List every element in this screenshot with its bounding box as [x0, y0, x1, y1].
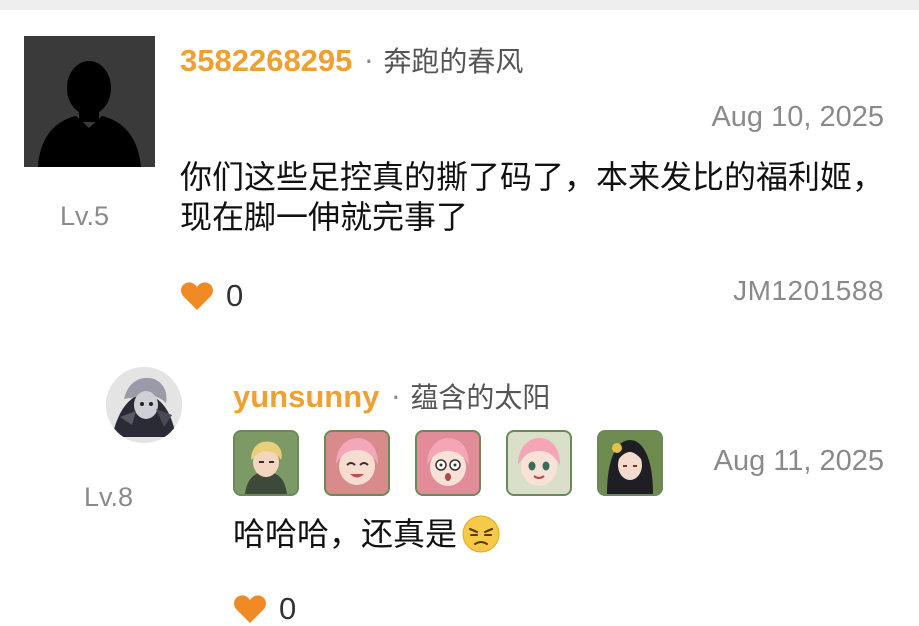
main-comment-nickname: 奔跑的春风 — [383, 45, 524, 78]
reply-date: Aug 11, 2025 — [713, 445, 884, 477]
main-comment-level: Lv.5 — [60, 201, 110, 231]
pink-hair-girl-smiling-badge[interactable] — [506, 430, 572, 496]
reply-like-count: 0 — [279, 591, 297, 626]
name-separator: · — [391, 381, 401, 414]
main-comment-like-button[interactable]: 0 — [180, 278, 243, 314]
post-id-label: JM1201588 — [733, 275, 884, 306]
pink-hair-girl-laughing-badge[interactable] — [324, 430, 390, 496]
reply-username[interactable]: yunsunny — [233, 379, 379, 415]
reply-avatar[interactable] — [106, 367, 182, 443]
reply-like-button[interactable]: 0 — [233, 591, 296, 626]
name-separator: · — [364, 45, 374, 78]
main-comment-author: 3582268295 · 奔跑的春风 — [180, 40, 523, 80]
black-hair-woman-badge[interactable] — [597, 430, 663, 496]
reply-text: 哈哈哈，还真是 — [233, 515, 458, 553]
top-divider-strip — [0, 0, 919, 10]
reply-badge-row — [233, 430, 663, 496]
main-comment-avatar[interactable] — [24, 36, 155, 167]
reply-author: yunsunny · 蕴含的太阳 — [233, 376, 550, 416]
reply-level: Lv.8 — [84, 482, 134, 512]
reply-text-row: 哈哈哈，还真是 — [233, 514, 501, 554]
blonde-man-badge[interactable] — [233, 430, 299, 496]
main-comment-text: 你们这些足控真的撕了码了，本来发比的福利姬，现在脚一伸就完事了 — [180, 158, 885, 236]
pink-hair-girl-shocked-badge[interactable] — [415, 430, 481, 496]
heart-icon — [234, 595, 266, 623]
reply-nickname: 蕴含的太阳 — [410, 381, 551, 414]
default-silhouette-icon — [24, 36, 155, 167]
main-comment-like-count: 0 — [226, 278, 244, 313]
main-comment-date: Aug 10, 2025 — [711, 101, 884, 133]
heart-icon — [181, 282, 213, 310]
annoyed-face-emoji-icon — [462, 515, 500, 553]
main-comment-username[interactable]: 3582268295 — [180, 43, 352, 79]
anime-character-avatar-icon — [106, 367, 182, 443]
